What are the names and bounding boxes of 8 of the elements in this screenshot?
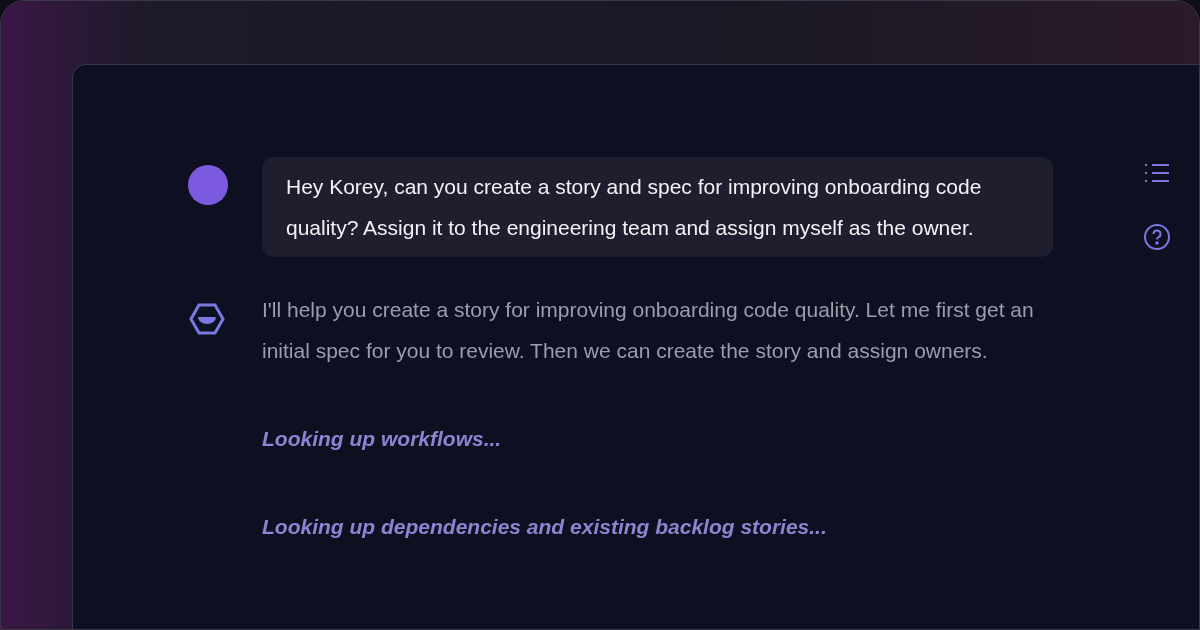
status-text: Looking up dependencies and existing backlog stories... [262,514,828,540]
list-icon[interactable] [1144,163,1170,183]
user-message-bubble: Hey Korey, can you create a story and spec for improving onboarding code quality? Assign it to the engineering team and assign myself as the owner. [262,157,1053,257]
help-icon[interactable] [1143,223,1171,251]
hexagon-logo-icon [189,303,225,335]
status-text: Looking up workflows... [262,426,503,452]
avatar [188,165,228,205]
assistant-message: I'll help you create a story for improving onboarding code quality. Let me first get an initial spec for you to review. Then we can create the story and assign owners. [262,297,1035,364]
